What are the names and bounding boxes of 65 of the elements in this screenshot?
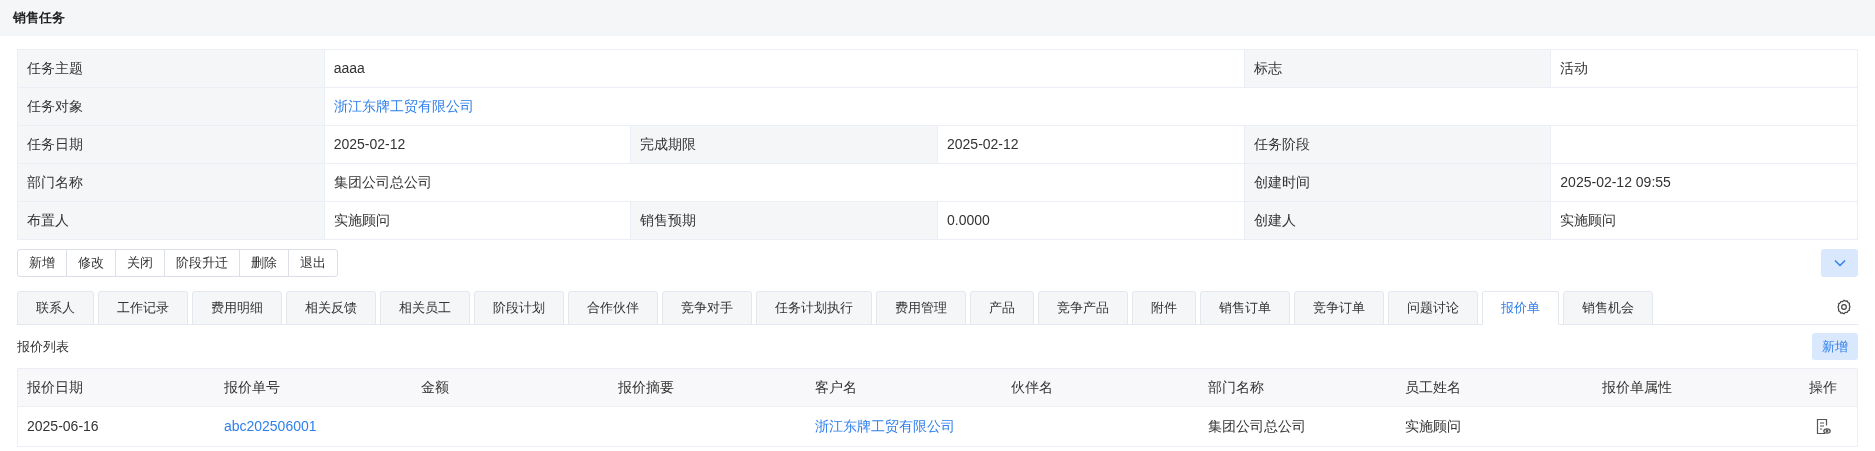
action-button[interactable]: 退出 [288,249,338,277]
tab[interactable]: 问题讨论 [1388,291,1478,325]
tab[interactable]: 费用明细 [192,291,282,325]
action-button[interactable]: 修改 [66,249,116,277]
tab[interactable]: 竞争订单 [1294,291,1384,325]
column-header: 报价摘要 [617,378,674,397]
field-value: 实施顾问 [1560,211,1617,230]
field-value: 活动 [1560,59,1589,78]
column-header: 伙伴名 [1011,378,1054,397]
table-link[interactable]: abc202506001 [223,416,317,437]
field-label: 完成期限 [640,135,697,154]
column-header: 操作 [1809,378,1838,397]
company-link[interactable]: 浙江东牌工贸有限公司 [333,96,474,117]
field-label: 任务阶段 [1253,135,1310,154]
tab[interactable]: 销售订单 [1200,291,1290,325]
table-cell-text: 集团公司总公司 [1208,417,1307,436]
tab[interactable]: 附件 [1132,291,1196,325]
column-header: 金额 [420,378,449,397]
list-title: 报价列表 [17,337,69,356]
field-value: 2025-02-12 [947,135,1019,154]
field-label: 销售预期 [640,211,697,230]
field-label: 部门名称 [27,173,83,192]
tab[interactable]: 工作记录 [98,291,188,325]
tab[interactable]: 费用管理 [876,291,966,325]
column-header: 客户名 [814,378,857,397]
column-header: 员工姓名 [1405,378,1462,397]
table-cell-text: 2025-06-16 [27,417,99,436]
tab[interactable]: 合作伙伴 [568,291,658,325]
field-value: aaaa [333,59,365,78]
tab[interactable]: 相关员工 [380,291,470,325]
action-button[interactable]: 阶段升迁 [164,249,240,277]
action-button[interactable]: 新增 [17,249,67,277]
field-label: 创建时间 [1253,173,1310,192]
field-value: 2025-02-12 [333,135,406,154]
tab[interactable]: 相关反馈 [286,291,376,325]
field-label: 任务对象 [27,97,83,116]
tab[interactable]: 竞争产品 [1038,291,1128,325]
chevron-down-icon [1833,259,1846,267]
field-value: 实施顾问 [333,211,390,230]
tab[interactable]: 竞争对手 [662,291,752,325]
tab[interactable]: 任务计划执行 [756,291,872,325]
action-button[interactable]: 关闭 [115,249,165,277]
tab[interactable]: 阶段计划 [474,291,564,325]
tab[interactable]: 产品 [970,291,1034,325]
field-value: 集团公司总公司 [333,173,432,192]
action-button[interactable]: 删除 [239,249,289,277]
page-title: 销售任务 [13,9,65,28]
document-view-icon[interactable] [1815,418,1832,435]
field-label: 布置人 [27,211,69,230]
field-label: 任务主题 [27,59,83,78]
field-value: 0.0000 [947,211,990,230]
tab[interactable]: 销售机会 [1563,291,1653,325]
tab[interactable]: 联系人 [17,291,94,325]
field-value: 2025-02-12 09:55 [1560,173,1671,192]
column-header: 报价单属性 [1602,378,1673,397]
settings-icon[interactable] [1836,299,1852,315]
column-header: 部门名称 [1208,378,1265,397]
column-header: 报价单号 [223,378,280,397]
table-link[interactable]: 浙江东牌工贸有限公司 [814,416,955,437]
tab[interactable]: 报价单 [1482,291,1559,325]
field-label: 标志 [1253,59,1282,78]
column-header: 报价日期 [27,378,83,397]
field-label: 创建人 [1253,211,1296,230]
field-label: 任务日期 [27,135,83,154]
table-cell-text: 实施顾问 [1405,417,1462,436]
